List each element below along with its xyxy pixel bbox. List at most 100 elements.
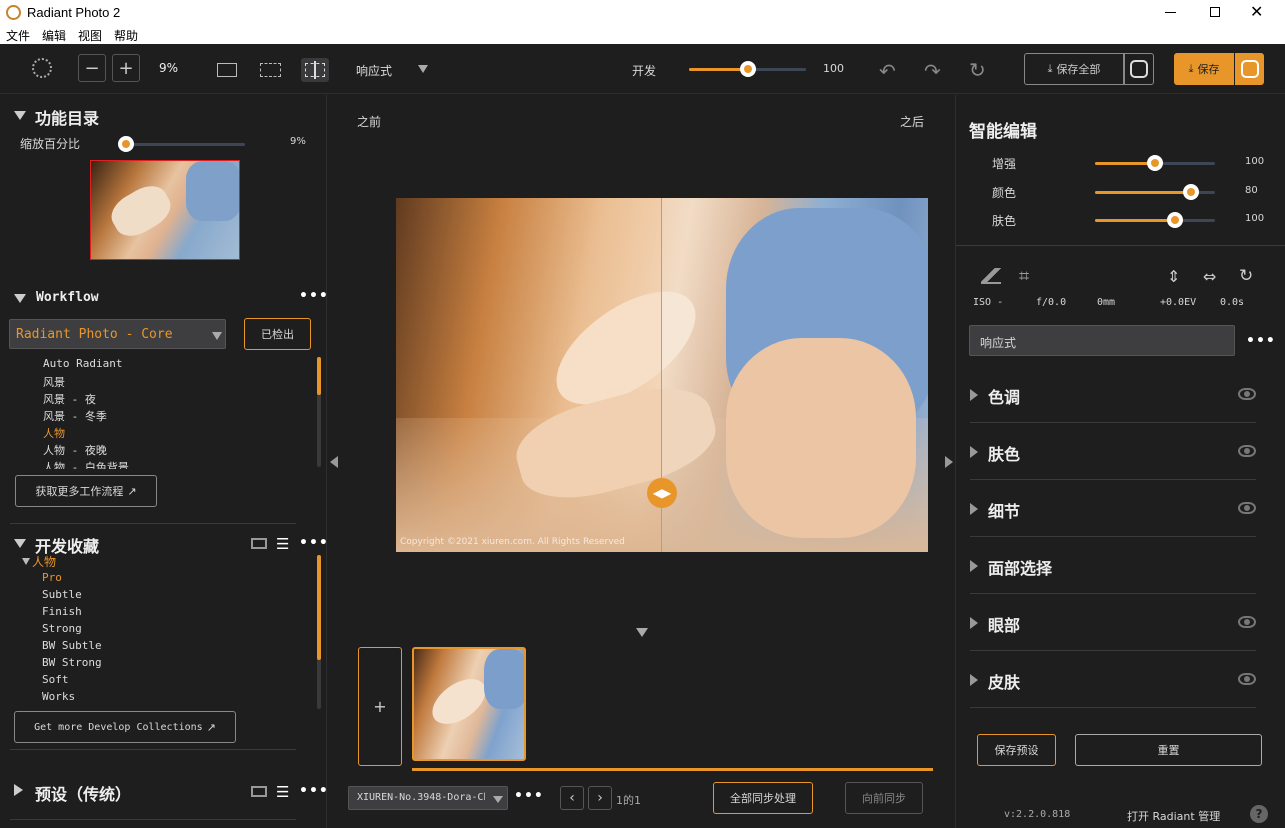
navigator-zoom-knob[interactable] bbox=[118, 136, 134, 152]
panel-expand-icon[interactable] bbox=[970, 389, 978, 401]
collection-item[interactable]: Strong bbox=[42, 622, 82, 635]
histogram-icon[interactable] bbox=[981, 268, 1001, 284]
presets-more-icon[interactable]: ••• bbox=[299, 783, 329, 799]
flip-vertical-icon[interactable]: ⇕ bbox=[1167, 267, 1180, 286]
flip-horizontal-icon[interactable]: ⇔ bbox=[1203, 267, 1216, 286]
open-manager-link[interactable]: 打开 Radiant 管理 bbox=[1127, 808, 1220, 824]
grid-view-icon[interactable] bbox=[251, 538, 267, 549]
collection-item[interactable]: Pro bbox=[42, 571, 62, 584]
collection-item[interactable]: Finish bbox=[42, 605, 82, 618]
adjustment-panel-row[interactable]: 眼部 bbox=[970, 594, 1256, 651]
list-view-icon[interactable]: ☰ bbox=[276, 535, 289, 553]
workflow-checked-out-button[interactable]: 已检出 bbox=[244, 318, 311, 350]
workflow-collapse-icon[interactable] bbox=[14, 294, 26, 303]
smart-slider-track[interactable] bbox=[1095, 212, 1215, 228]
save-options-toggle-icon[interactable] bbox=[1235, 53, 1264, 85]
collections-scrollbar[interactable] bbox=[317, 555, 321, 709]
split-view-icon[interactable] bbox=[301, 58, 329, 82]
smart-slider-track[interactable] bbox=[1095, 183, 1215, 200]
panel-expand-icon[interactable] bbox=[970, 560, 978, 572]
get-more-workflows-button[interactable]: 获取更多工作流程 ↗ bbox=[15, 475, 157, 507]
collapse-left-panel-icon[interactable] bbox=[330, 456, 338, 468]
visibility-eye-icon[interactable] bbox=[1238, 388, 1256, 400]
maximize-button[interactable] bbox=[1210, 7, 1220, 17]
navigator-thumbnail[interactable] bbox=[90, 160, 240, 260]
visibility-eye-icon[interactable] bbox=[1238, 502, 1256, 514]
side-by-side-view-icon[interactable] bbox=[260, 63, 281, 77]
workflow-item[interactable]: 风景 bbox=[43, 374, 65, 390]
workflow-item[interactable]: 人物 - 夜晚 bbox=[43, 442, 107, 458]
sync-all-button[interactable]: 全部同步处理 bbox=[713, 782, 813, 814]
develop-slider-knob[interactable] bbox=[739, 61, 756, 77]
add-image-button[interactable]: + bbox=[358, 647, 402, 766]
menu-edit[interactable]: 编辑 bbox=[42, 27, 66, 44]
panel-expand-icon[interactable] bbox=[970, 446, 978, 458]
prev-image-button[interactable]: ‹ bbox=[560, 786, 584, 810]
smart-slider-knob[interactable] bbox=[1183, 183, 1199, 200]
menu-view[interactable]: 视图 bbox=[78, 27, 102, 44]
preset-more-icon[interactable]: ••• bbox=[1246, 333, 1276, 349]
filmstrip-thumbnail[interactable] bbox=[412, 647, 526, 761]
collection-item[interactable]: Subtle bbox=[42, 588, 82, 601]
minimize-button[interactable] bbox=[1165, 12, 1176, 13]
presets-list-view-icon[interactable]: ☰ bbox=[276, 783, 289, 801]
panel-expand-icon[interactable] bbox=[970, 617, 978, 629]
collection-item[interactable]: BW Subtle bbox=[42, 639, 102, 652]
workflow-item[interactable]: Auto Radiant bbox=[43, 357, 122, 370]
develop-slider-track[interactable] bbox=[689, 61, 806, 77]
adjustment-panel-row[interactable]: 面部选择 bbox=[970, 537, 1256, 594]
adjustment-panel-row[interactable]: 肤色 bbox=[970, 423, 1256, 480]
adjustment-panel-row[interactable]: 色调 bbox=[970, 366, 1256, 423]
adjustment-panel-row[interactable]: 皮肤 bbox=[970, 651, 1256, 708]
zoom-out-button[interactable]: − bbox=[78, 54, 106, 82]
close-button[interactable]: ✕ bbox=[1250, 2, 1263, 21]
menu-help[interactable]: 帮助 bbox=[114, 27, 138, 44]
help-icon[interactable]: ? bbox=[1250, 805, 1268, 823]
save-all-options-toggle-icon[interactable] bbox=[1124, 53, 1154, 85]
panel-expand-icon[interactable] bbox=[970, 503, 978, 515]
presets-expand-icon[interactable] bbox=[14, 784, 23, 796]
rotate-icon[interactable]: ↻ bbox=[1239, 266, 1253, 286]
file-select[interactable]: XIUREN-No.3948-Dora-Chen bbox=[348, 786, 508, 810]
workflow-more-icon[interactable]: ••• bbox=[299, 288, 329, 304]
collection-item[interactable]: Soft bbox=[42, 673, 69, 686]
collection-group-label[interactable]: 人物 bbox=[32, 553, 56, 570]
visibility-eye-icon[interactable] bbox=[1238, 616, 1256, 628]
get-more-collections-button[interactable]: Get more Develop Collections ↗ bbox=[14, 711, 236, 743]
workflow-select[interactable]: Radiant Photo - Core bbox=[9, 319, 226, 349]
navigator-zoom-slider[interactable] bbox=[118, 136, 245, 152]
presets-grid-view-icon[interactable] bbox=[251, 786, 267, 797]
panel-expand-icon[interactable] bbox=[970, 674, 978, 686]
save-preset-button[interactable]: 保存预设 bbox=[977, 734, 1056, 766]
filmstrip-toggle-icon[interactable] bbox=[636, 628, 648, 637]
settings-gear-icon[interactable] bbox=[32, 58, 52, 78]
reset-button[interactable]: 重置 bbox=[1075, 734, 1262, 766]
zoom-in-button[interactable]: + bbox=[112, 54, 140, 82]
smart-slider-knob[interactable] bbox=[1147, 155, 1163, 171]
file-more-icon[interactable]: ••• bbox=[514, 788, 544, 804]
workflow-item[interactable]: 风景 - 冬季 bbox=[43, 408, 107, 424]
collapse-right-panel-icon[interactable] bbox=[945, 456, 953, 468]
preset-select[interactable]: 响应式 bbox=[969, 325, 1235, 356]
workflow-item[interactable]: 人物 bbox=[43, 425, 65, 441]
collection-item[interactable]: BW Strong bbox=[42, 656, 102, 669]
save-all-button[interactable]: ⤓ 保存全部 bbox=[1024, 53, 1124, 85]
photo-preview[interactable]: ◀▶ Copyright ©2021 xiuren.com. All Right… bbox=[396, 198, 928, 552]
split-handle-icon[interactable]: ◀▶ bbox=[647, 478, 677, 508]
smart-slider-knob[interactable] bbox=[1167, 212, 1184, 228]
smart-slider-track[interactable] bbox=[1095, 155, 1215, 171]
crop-icon[interactable]: ⌗ bbox=[1019, 266, 1029, 287]
reset-rotate-icon[interactable]: ↻ bbox=[969, 58, 986, 82]
visibility-eye-icon[interactable] bbox=[1238, 673, 1256, 685]
view-mode-chevron-down-icon[interactable] bbox=[418, 65, 428, 73]
visibility-eye-icon[interactable] bbox=[1238, 445, 1256, 457]
collection-group-chevron-icon[interactable] bbox=[22, 558, 30, 565]
collections-more-icon[interactable]: ••• bbox=[299, 535, 329, 551]
collection-item[interactable]: Tilt Bright bbox=[42, 707, 115, 709]
redo-icon[interactable]: ↷ bbox=[924, 59, 941, 83]
single-view-icon[interactable] bbox=[217, 63, 237, 77]
workflow-item[interactable]: 风景 - 夜 bbox=[43, 391, 96, 407]
workflow-item[interactable]: 人物 - 白色背景 bbox=[43, 459, 129, 469]
collection-item[interactable]: Works bbox=[42, 690, 75, 703]
next-image-button[interactable]: › bbox=[588, 786, 612, 810]
